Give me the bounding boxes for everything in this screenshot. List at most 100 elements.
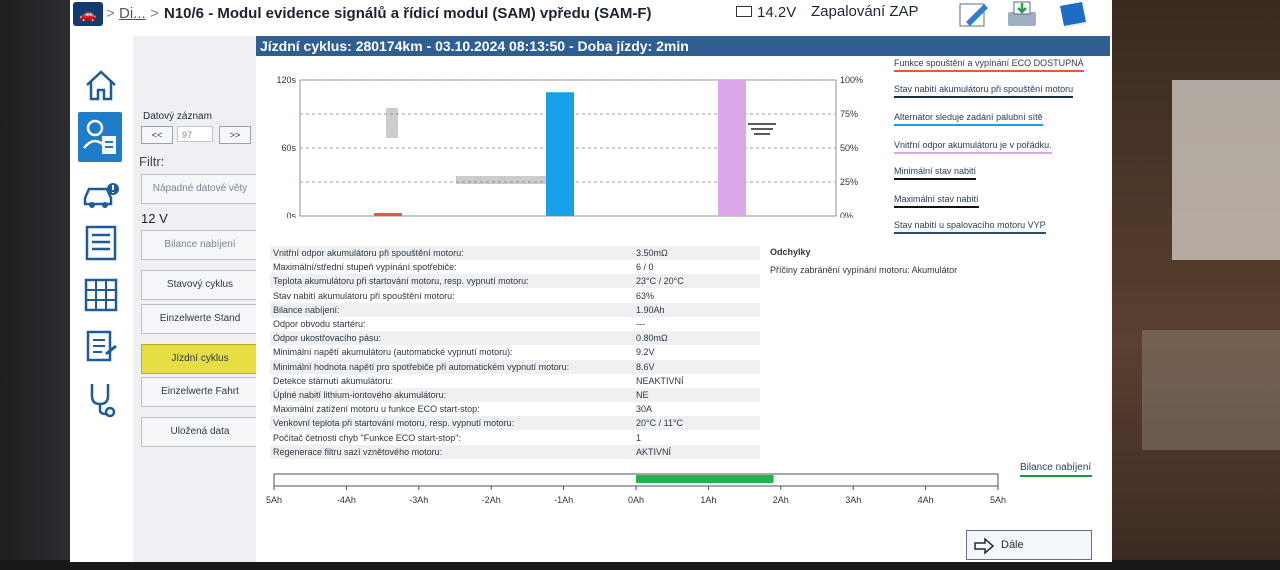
y-right-tick-label: 100% bbox=[840, 75, 863, 85]
y-right-tick-label: 75% bbox=[840, 109, 858, 119]
checklist-icon[interactable] bbox=[82, 224, 120, 262]
table-row: Regenerace filtru sazí vznětového motoru… bbox=[270, 444, 760, 459]
row-value: 1 bbox=[636, 432, 642, 443]
row-label: Odpor obvodu startéru: bbox=[273, 319, 366, 329]
table-row: Bilance nabíjení: 1.90Ah bbox=[270, 302, 760, 317]
legend-item[interactable]: Maximální stav nabití bbox=[894, 194, 979, 208]
filter-label: Filtr: bbox=[139, 154, 165, 169]
car-warning-icon[interactable] bbox=[82, 176, 120, 214]
charge-balance-chart: 5Ah -4Ah -3Ah -2Ah -1Ah 0Ah 1Ah 2Ah 3Ah 4Ah 5Ah bbox=[266, 473, 1006, 505]
driving-cycle-button[interactable]: Jízdní cyklus bbox=[141, 344, 259, 374]
deviations-title: Odchylky bbox=[770, 247, 811, 257]
legend-item[interactable]: Stav nabití u spalovacího motoru VYP bbox=[894, 220, 1046, 234]
battery-icon bbox=[736, 6, 752, 17]
table-row: Detekce stárnutí akumulátoru: NEAKTIVNÍ bbox=[270, 374, 760, 388]
row-value: 0.80mΩ bbox=[636, 333, 668, 344]
table-row: Maximální/střední stupeň vypínání spotře… bbox=[270, 260, 760, 274]
row-value: 20°C / 11°C bbox=[636, 418, 684, 429]
table-row: Počítač četnosti chyb "Funkce ECO start-… bbox=[270, 431, 760, 445]
filter-button[interactable]: Nápadné datové věty bbox=[141, 174, 259, 204]
table-row: Vnitřní odpor akumulátoru při spouštění … bbox=[270, 246, 760, 260]
row-value: --- bbox=[636, 319, 645, 329]
charge-balance-button[interactable]: Bilance nabíjení bbox=[141, 230, 259, 260]
table-row: Odpor obvodu startéru: --- bbox=[270, 317, 760, 331]
page-title: N10/6 - Modul evidence signálů a řídicí … bbox=[164, 5, 652, 22]
chart-legend: Funkce spouštění a vypínání ECO DOSTUPNÁ… bbox=[888, 56, 1110, 236]
record-number-field[interactable]: 97 bbox=[177, 126, 213, 142]
monitor-bezel bbox=[0, 0, 70, 570]
legend-item[interactable]: Alternátor sleduje zadání palubní sítě bbox=[894, 112, 1043, 126]
y-right-tick-label: 0% bbox=[840, 211, 853, 218]
ignition-status: Zapalování ZAP bbox=[811, 3, 919, 20]
x-tick-label: 5Ah bbox=[990, 495, 1006, 505]
stethoscope-icon[interactable] bbox=[82, 380, 120, 418]
app-window: 🚗 > Di... > N10/6 - Modul evidence signá… bbox=[70, 0, 1112, 562]
y-left-tick-label: 120s bbox=[276, 75, 296, 85]
legend-item[interactable]: Stav nabití akumulátoru při spouštění mo… bbox=[894, 84, 1074, 98]
documents-icon[interactable] bbox=[82, 328, 120, 366]
next-button[interactable]: Dále bbox=[966, 530, 1092, 560]
control-units-icon[interactable] bbox=[82, 276, 120, 314]
row-value: 30A bbox=[636, 404, 653, 415]
row-label: Úplné nabití lithium-iontového akumuláto… bbox=[273, 390, 447, 400]
row-label: Odpor ukostřovacího pásu: bbox=[273, 333, 382, 344]
next-button-label: Dále bbox=[1001, 539, 1024, 551]
arrow-right-icon bbox=[974, 537, 995, 555]
diagnosis-icon bbox=[83, 119, 116, 154]
row-value: 9.2V bbox=[636, 347, 655, 358]
row-label: Regenerace filtru sazí vznětového motoru… bbox=[273, 446, 443, 457]
table-row: Venkovní teplota při startování motoru, … bbox=[270, 416, 760, 431]
print-icon[interactable] bbox=[1006, 0, 1038, 28]
car-logo-icon[interactable]: 🚗 bbox=[73, 2, 103, 26]
diagnosis-nav-item[interactable] bbox=[78, 112, 122, 162]
row-value: 8.6V bbox=[636, 361, 655, 372]
table-row: Minimální napětí akumulátoru (automatick… bbox=[270, 345, 760, 359]
row-label: Venkovní teplota při startování motoru, … bbox=[273, 418, 515, 429]
top-bar: 🚗 > Di... > N10/6 - Modul evidence signá… bbox=[70, 0, 1112, 30]
legend-item[interactable]: Funkce spouštění a vypínání ECO DOSTUPNÁ bbox=[894, 58, 1084, 72]
home-icon[interactable] bbox=[82, 66, 120, 104]
manual-book-icon[interactable] bbox=[1056, 0, 1088, 28]
row-value: 63% bbox=[636, 290, 655, 301]
balance-legend: Bilance nabíjení bbox=[1020, 462, 1092, 477]
balance-legend-swatch bbox=[1020, 475, 1092, 477]
chart-bar-3 bbox=[718, 80, 746, 216]
status-cycle-button[interactable]: Stavový cyklus bbox=[141, 270, 259, 300]
row-label: Maximální/střední stupeň vypínání spotře… bbox=[273, 262, 457, 273]
row-value: 23°C / 20°C bbox=[636, 276, 684, 287]
x-tick-label: 0Ah bbox=[628, 495, 644, 505]
x-tick-label: 2Ah bbox=[773, 495, 789, 505]
x-tick-label: -1Ah bbox=[554, 495, 573, 505]
breadcrumb-separator: > bbox=[150, 5, 159, 22]
table-row: Teplota akumulátoru při startování motor… bbox=[270, 274, 760, 289]
x-tick-label: 5Ah bbox=[266, 495, 282, 505]
deviations-text: Příčiny zabránění vypínání motoru: Akumu… bbox=[770, 265, 958, 275]
row-label: Počítač četnosti chyb "Funkce ECO start-… bbox=[273, 432, 461, 443]
table-row: Minimální hodnota napětí pro spotřebiče … bbox=[270, 359, 760, 374]
table-row: Úplné nabití lithium-iontového akumuláto… bbox=[270, 388, 760, 402]
driving-cycle-title: Jízdní cyklus: 280174km - 03.10.2024 08:… bbox=[256, 36, 1110, 56]
row-value: 6 / 0 bbox=[636, 262, 654, 273]
table-row: Odpor ukostřovacího pásu: 0.80mΩ bbox=[270, 331, 760, 346]
breadcrumb-prev[interactable]: Di... bbox=[119, 5, 146, 22]
legend-item[interactable]: Minimální stav nabití bbox=[894, 166, 977, 180]
row-value: NE bbox=[636, 390, 649, 400]
battery-status: 14.2V bbox=[736, 4, 796, 21]
prev-record-button[interactable]: << bbox=[141, 126, 173, 144]
x-tick-label: -2Ah bbox=[482, 495, 501, 505]
driving-cycle-chart: 0s 60s 120s 0% 25% 50% 75% 100% bbox=[276, 75, 863, 218]
single-values-driving-button[interactable]: Einzelwerte Fahrt bbox=[141, 377, 259, 407]
saved-data-button[interactable]: Uložená data bbox=[141, 417, 259, 447]
edit-icon[interactable] bbox=[958, 0, 990, 28]
desk-background bbox=[1112, 0, 1280, 570]
row-label: Detekce stárnutí akumulátoru: bbox=[273, 375, 394, 386]
legend-item[interactable]: Vnitřní odpor akumulátoru je v pořádku. bbox=[894, 140, 1052, 154]
single-values-standing-button[interactable]: Einzelwerte Stand bbox=[141, 304, 259, 334]
y-left-tick-label: 0s bbox=[286, 211, 296, 218]
next-record-button[interactable]: >> bbox=[219, 126, 251, 144]
row-label: Minimální hodnota napětí pro spotřebiče … bbox=[273, 361, 570, 372]
row-label: Minimální napětí akumulátoru (automatick… bbox=[273, 347, 513, 358]
x-tick-label: -3Ah bbox=[409, 495, 428, 505]
row-label: Maximální zatížení motoru u funkce ECO s… bbox=[273, 404, 480, 415]
chart-bar-2 bbox=[546, 92, 574, 216]
